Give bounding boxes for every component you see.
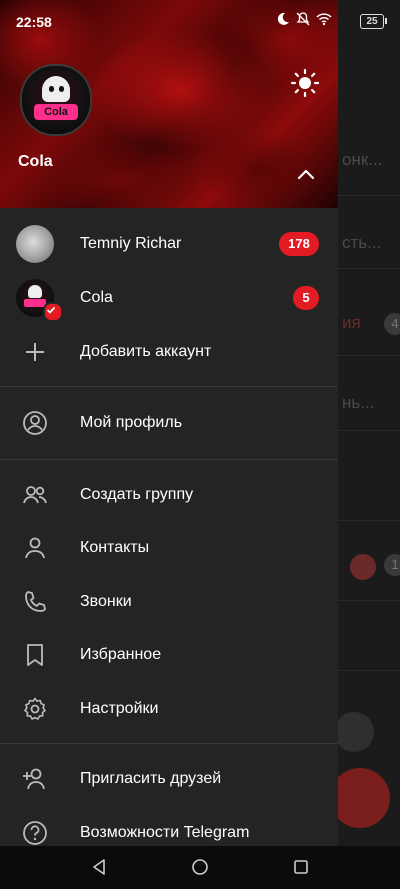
chat-separator — [338, 670, 400, 671]
menu-label: Звонки — [80, 592, 132, 610]
drawer-header: Cola Cola — [0, 0, 338, 208]
phone-icon — [25, 590, 46, 612]
chat-separator — [338, 195, 400, 196]
mute-bell-icon — [296, 12, 310, 26]
active-account-check-icon — [43, 301, 63, 322]
profile-name: Cola — [18, 153, 53, 170]
chat-separator — [338, 355, 400, 356]
status-icons — [276, 12, 332, 26]
settings-button[interactable]: Настройки — [0, 682, 338, 735]
sun-icon[interactable] — [290, 68, 320, 98]
avatar-ghost-graphic — [42, 76, 70, 102]
navigation-drawer: Cola Cola Temniy Richar 178 Cola 5 Добав… — [0, 0, 338, 846]
menu-label: Возможности Telegram — [80, 823, 250, 841]
invite-icon — [23, 768, 45, 789]
chat-snippet: нь... — [342, 393, 375, 412]
moon-icon — [277, 12, 289, 25]
account-item[interactable]: Cola 5 — [0, 271, 338, 324]
menu-label: Пригласить друзей — [80, 769, 222, 787]
chat-snippet: онк... — [342, 150, 383, 169]
unread-badge: 5 — [293, 285, 319, 310]
my-profile-button[interactable]: Мой профиль — [0, 396, 338, 449]
chat-separator — [338, 520, 400, 521]
system-navigation-bar — [0, 846, 400, 889]
create-group-button[interactable]: Создать группу — [0, 468, 338, 521]
divider — [0, 743, 338, 744]
chevron-up-icon[interactable] — [295, 165, 317, 183]
chat-separator — [338, 600, 400, 601]
profile-icon — [23, 410, 47, 435]
telegram-features-button[interactable]: Возможности Telegram — [0, 806, 338, 846]
divider — [0, 459, 338, 460]
wifi-icon — [316, 13, 332, 26]
menu-label: Добавить аккаунт — [80, 342, 212, 360]
chat-snippet: ия — [342, 313, 361, 332]
avatar-label-graphic — [24, 298, 46, 307]
account-avatar — [16, 224, 54, 263]
status-time: 22:58 — [16, 14, 52, 30]
contacts-icon — [25, 537, 45, 558]
avatar-ghost-graphic — [28, 284, 42, 298]
plus-icon — [26, 342, 44, 361]
avatar-eye — [59, 86, 64, 92]
chat-separator — [338, 430, 400, 431]
divider — [0, 386, 338, 387]
saved-messages-button[interactable]: Избранное — [0, 628, 338, 681]
menu-label: Контакты — [80, 538, 150, 556]
menu-label: Создать группу — [80, 485, 194, 503]
avatar-label: Cola — [34, 104, 78, 120]
chat-unread-count: 1 — [384, 554, 400, 576]
add-account-button[interactable]: Добавить аккаунт — [0, 325, 338, 378]
recents-icon[interactable] — [292, 858, 310, 876]
menu-label: Избранное — [80, 645, 162, 663]
menu-label: Настройки — [80, 699, 159, 717]
avatar-eye — [49, 86, 54, 92]
back-icon[interactable] — [90, 858, 108, 876]
chat-unread-count: 4 — [384, 313, 400, 335]
chat-separator — [338, 268, 400, 269]
unread-badge: 178 — [279, 231, 319, 256]
group-icon — [23, 485, 47, 503]
help-icon — [23, 820, 47, 845]
calls-button[interactable]: Звонки — [0, 575, 338, 628]
contacts-button[interactable]: Контакты — [0, 521, 338, 574]
camera-fab[interactable] — [330, 768, 390, 828]
profile-avatar[interactable]: Cola — [20, 64, 92, 136]
pencil-fab[interactable] — [334, 712, 374, 752]
menu-label: Мой профиль — [80, 413, 183, 431]
heart-reaction-icon — [350, 554, 376, 580]
account-name: Temniy Richar — [80, 234, 182, 252]
account-item[interactable]: Temniy Richar 178 — [0, 217, 338, 270]
home-icon[interactable] — [191, 858, 209, 876]
settings-gear-icon — [24, 697, 46, 720]
chat-snippet: сть... — [342, 233, 382, 252]
account-name: Cola — [80, 288, 113, 306]
bookmark-icon — [27, 643, 43, 666]
battery-indicator: 25 — [360, 14, 384, 29]
invite-friends-button[interactable]: Пригласить друзей — [0, 752, 338, 805]
battery-tip — [385, 18, 387, 24]
